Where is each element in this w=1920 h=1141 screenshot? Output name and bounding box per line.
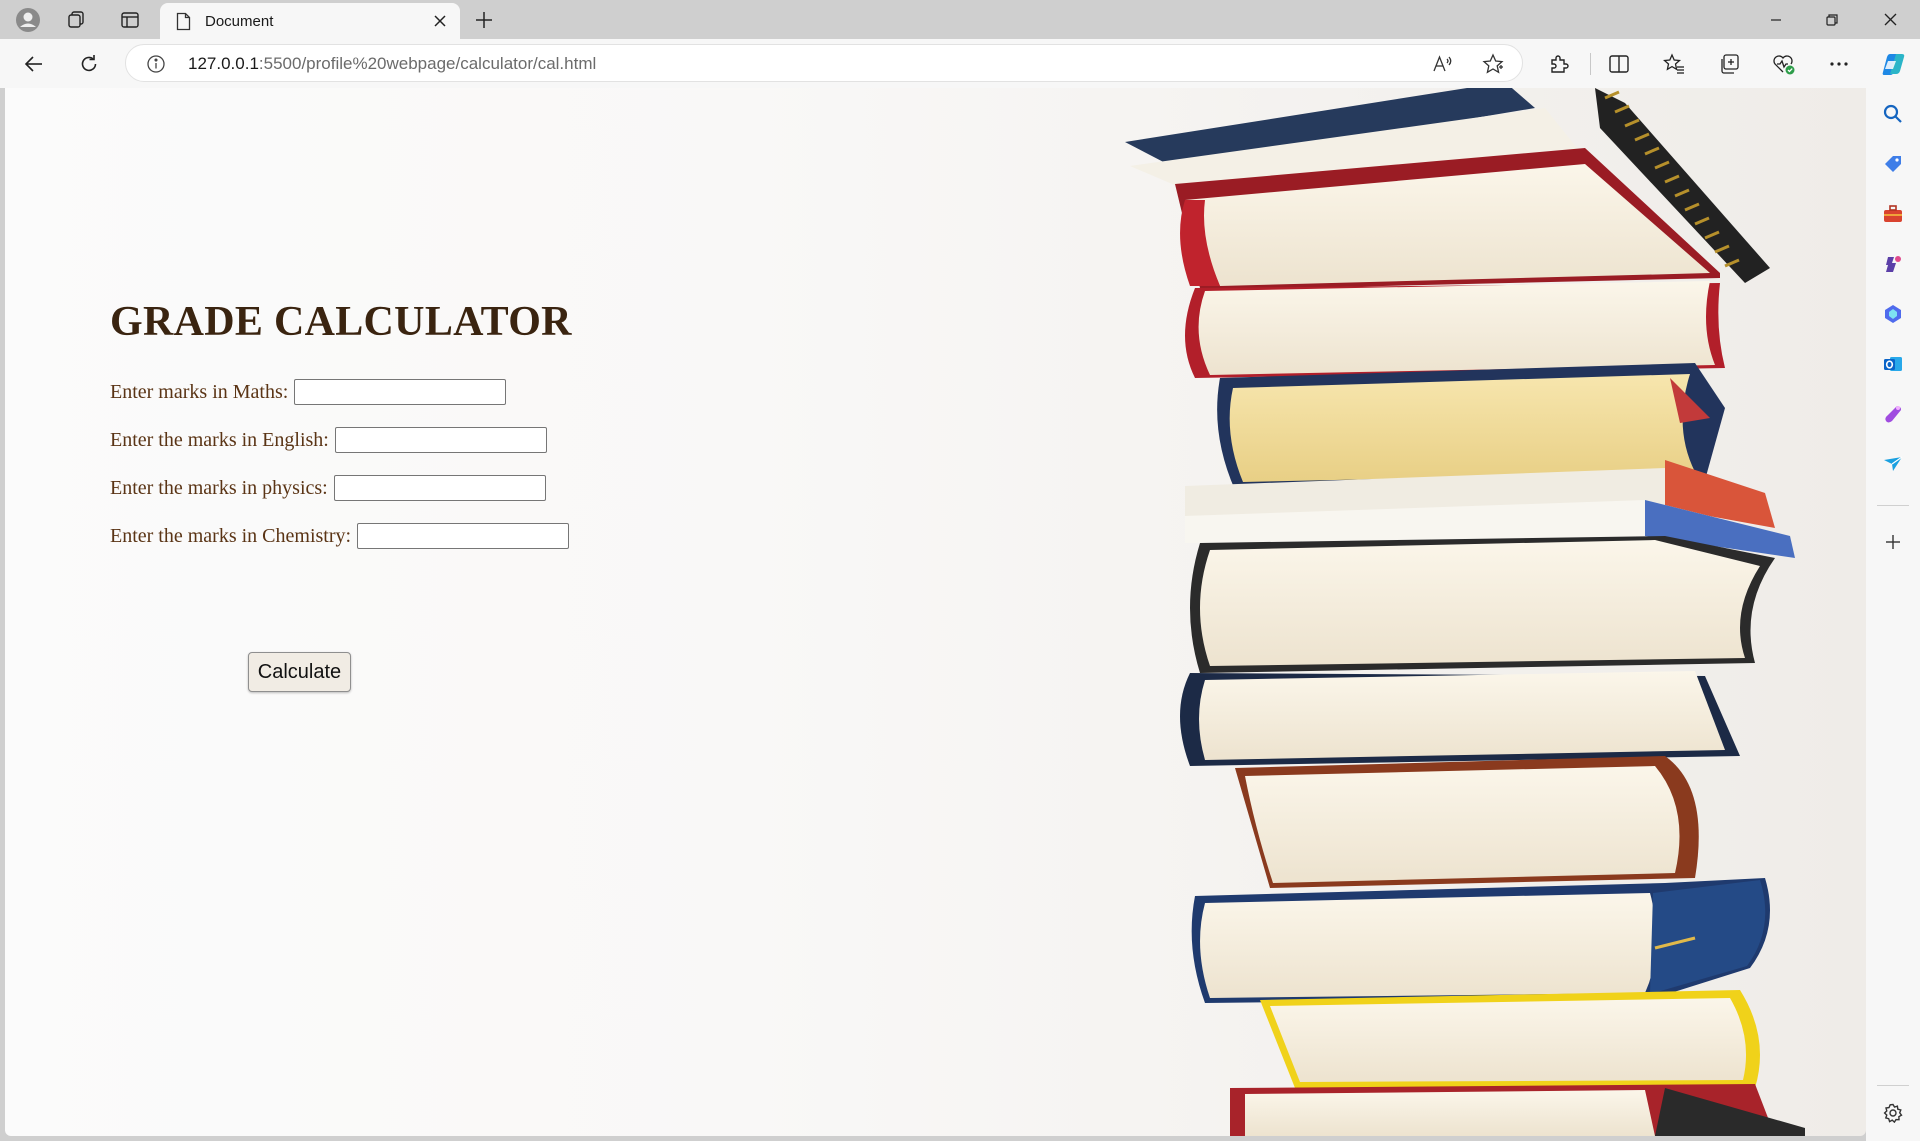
chemistry-input[interactable] (357, 523, 570, 549)
copilot-icon (1882, 54, 1905, 75)
url-path: :5500/profile%20webpage/calculator/cal.h… (258, 54, 597, 73)
back-button[interactable] (17, 48, 51, 80)
split-screen-icon (1609, 55, 1629, 73)
split-screen-button[interactable] (1602, 48, 1636, 80)
plus-icon (476, 12, 492, 28)
maths-row: Enter marks in Maths: (110, 368, 572, 416)
plus-icon (1886, 535, 1900, 549)
info-icon[interactable] (146, 54, 166, 74)
toolbar-divider (1590, 53, 1591, 75)
chemistry-label: Enter the marks in Chemistry: (110, 524, 352, 547)
collections-icon (1721, 54, 1739, 74)
url-text[interactable]: 127.0.0.1:5500/profile%20webpage/calcula… (188, 54, 596, 74)
search-icon[interactable] (1879, 100, 1907, 128)
favorites-icon (1663, 53, 1684, 74)
extensions-icon (1551, 55, 1569, 73)
add-sidebar-app-button[interactable] (1879, 528, 1907, 556)
collections-button[interactable] (1712, 48, 1746, 80)
designer-icon[interactable] (1879, 400, 1907, 428)
close-window-button[interactable] (1862, 0, 1918, 39)
refresh-button[interactable] (72, 48, 106, 80)
close-window-icon (1884, 13, 1896, 26)
tab-strip: Document (0, 0, 1920, 39)
microsoft-365-icon[interactable] (1879, 300, 1907, 328)
copilot-button[interactable] (1876, 48, 1910, 80)
maths-input[interactable] (294, 379, 507, 405)
minimize-button[interactable] (1748, 0, 1804, 39)
maths-label: Enter marks in Maths: (110, 380, 289, 403)
back-icon (24, 56, 42, 72)
restore-icon (1826, 13, 1838, 26)
active-tab[interactable]: Document (160, 3, 460, 39)
sidebar-divider (1877, 505, 1909, 506)
profile-icon[interactable] (12, 5, 44, 35)
english-label: Enter the marks in English: (110, 428, 329, 451)
favorites-button[interactable] (1657, 48, 1691, 80)
new-tab-button[interactable] (468, 5, 500, 35)
page-icon (176, 12, 191, 31)
sidebar-divider (1877, 1085, 1909, 1086)
physics-input[interactable] (333, 475, 546, 501)
drop-icon[interactable] (1879, 450, 1907, 478)
more-button[interactable] (1822, 48, 1856, 80)
shopping-tag-icon[interactable] (1879, 150, 1907, 178)
url-host: 127.0.0.1 (188, 54, 259, 73)
tools-briefcase-icon[interactable] (1879, 200, 1907, 228)
english-row: Enter the marks in English: (110, 416, 572, 464)
settings-gear-icon[interactable] (1879, 1099, 1907, 1127)
physics-row: Enter the marks in physics: (110, 464, 572, 512)
page-viewport: GRADE CALCULATOR Enter marks in Maths: E… (5, 88, 1866, 1136)
more-icon (1830, 62, 1848, 66)
extensions-button[interactable] (1542, 48, 1576, 80)
books-background-image (1125, 88, 1805, 1136)
read-aloud-icon[interactable] (1430, 51, 1456, 77)
tab-actions-icon[interactable] (114, 5, 146, 35)
browser-toolbar: 127.0.0.1:5500/profile%20webpage/calcula… (0, 39, 1920, 88)
grade-calculator-form: GRADE CALCULATOR Enter marks in Maths: E… (110, 298, 572, 692)
calculate-button[interactable]: Calculate (248, 652, 351, 692)
english-input[interactable] (334, 427, 547, 453)
workspaces-icon[interactable] (60, 5, 92, 35)
outlook-icon[interactable] (1879, 350, 1907, 378)
browser-essentials-icon (1773, 55, 1795, 75)
window-bottom-edge (0, 1136, 1866, 1141)
chemistry-row: Enter the marks in Chemistry: (110, 512, 572, 560)
browser-essentials-button[interactable] (1767, 48, 1801, 80)
address-bar[interactable]: 127.0.0.1:5500/profile%20webpage/calcula… (125, 44, 1523, 82)
physics-label: Enter the marks in physics: (110, 476, 328, 499)
favorite-star-icon[interactable] (1480, 51, 1506, 77)
edge-sidebar (1866, 88, 1920, 1141)
close-icon[interactable] (430, 11, 450, 31)
page-title: GRADE CALCULATOR (110, 299, 572, 345)
minimize-icon (1771, 18, 1781, 21)
refresh-icon (81, 55, 97, 72)
restore-button[interactable] (1804, 0, 1860, 39)
games-icon[interactable] (1879, 250, 1907, 278)
tab-title: Document (205, 13, 274, 30)
